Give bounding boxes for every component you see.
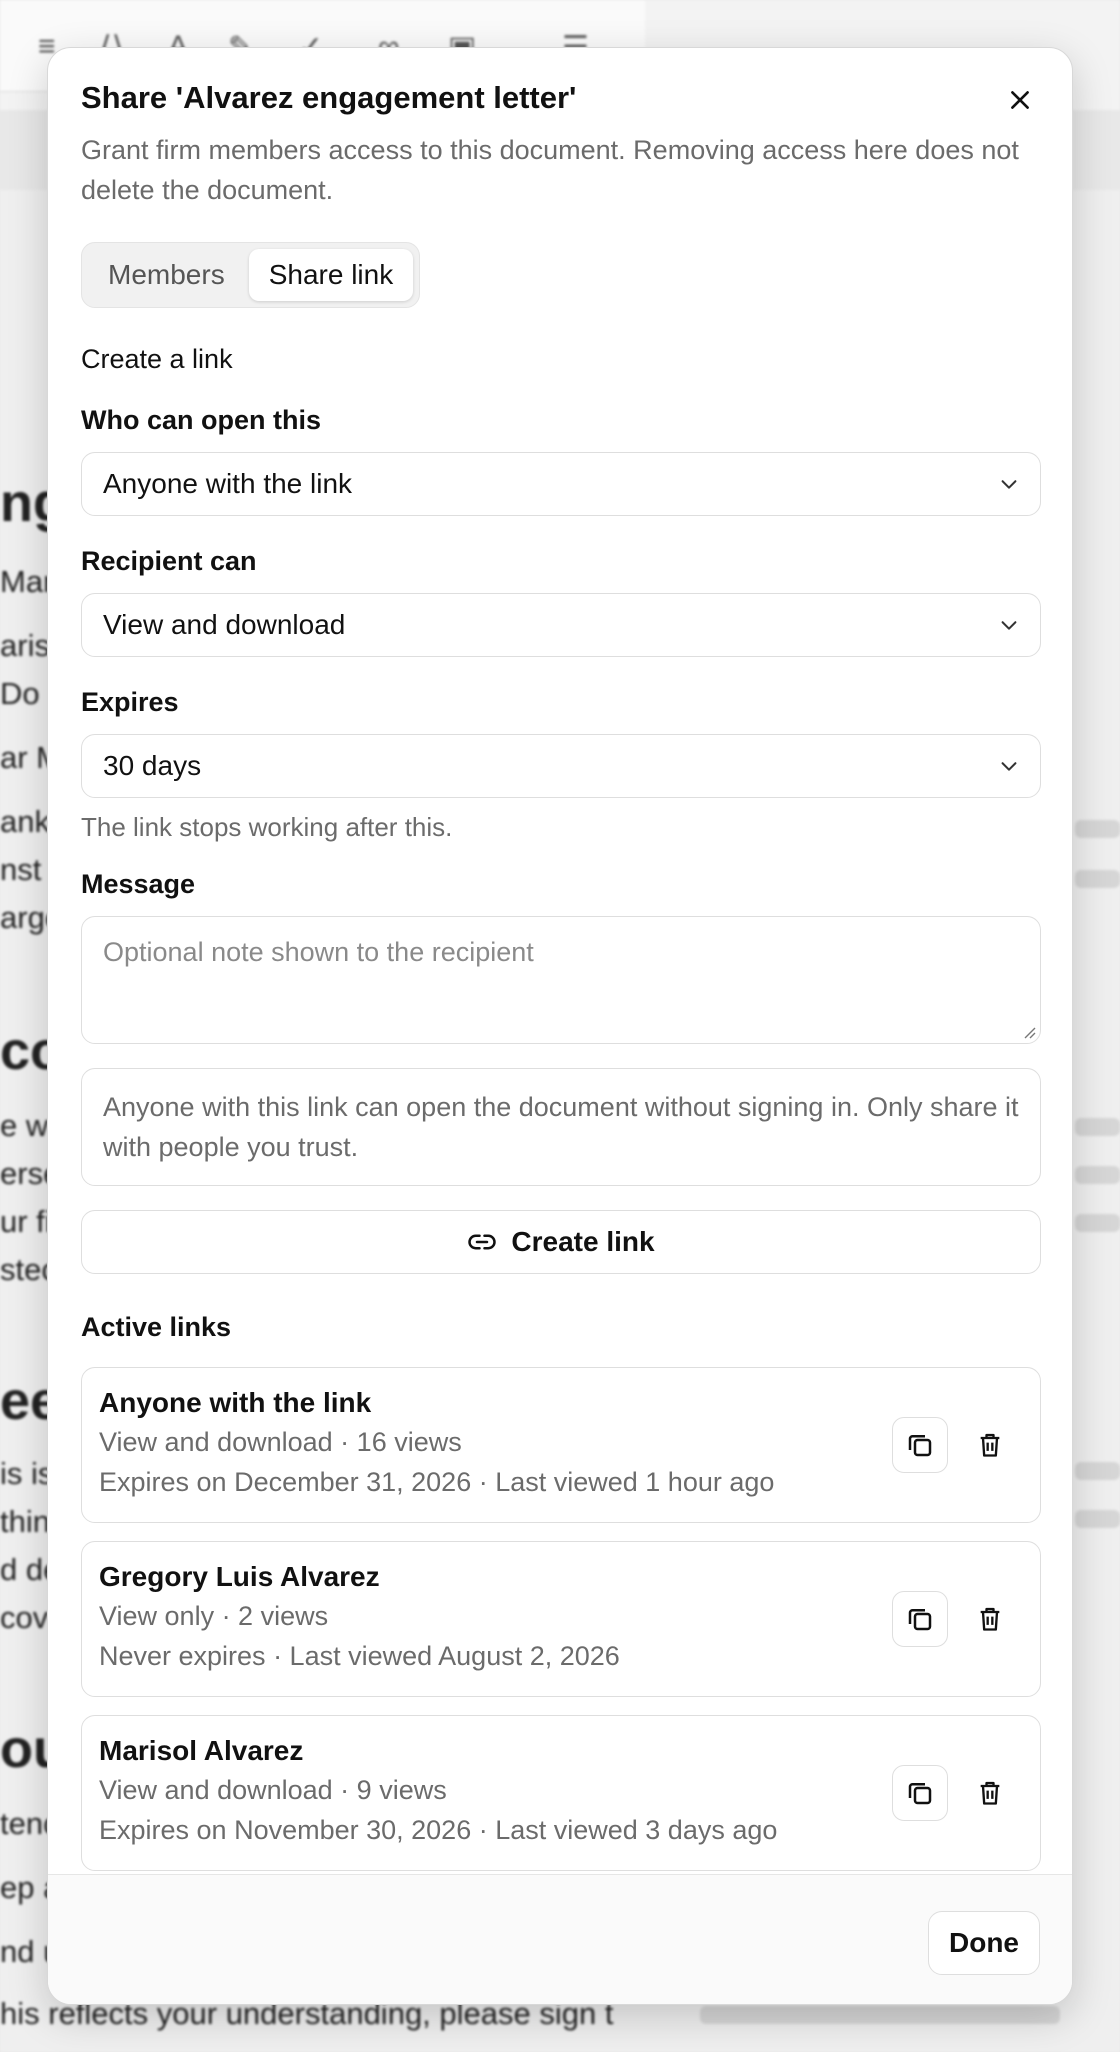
done-button[interactable]: Done xyxy=(928,1911,1040,1975)
dialog-footer: Done xyxy=(48,1874,1072,2004)
link-name: Gregory Luis Alvarez xyxy=(99,1561,380,1592)
who-select[interactable]: Anyone with the link xyxy=(81,452,1041,516)
bg-bar xyxy=(1075,1510,1120,1528)
chevron-down-icon xyxy=(1001,621,1017,630)
dialog-description: Grant firm members access to this docume… xyxy=(81,135,1019,205)
trash-icon xyxy=(980,1781,1000,1805)
recipient-label: Recipient can xyxy=(81,546,257,576)
trash-icon xyxy=(980,1433,1000,1457)
link-card: Marisol Alvarez View and download · 9 vi… xyxy=(81,1715,1041,1871)
expires-label: Expires xyxy=(81,687,179,717)
message-textarea[interactable]: Optional note shown to the recipient xyxy=(81,916,1041,1044)
bg-line: is is xyxy=(0,1456,54,1491)
bg-bar xyxy=(1075,1462,1120,1480)
delete-link-button[interactable] xyxy=(966,1591,1014,1647)
create-link-button[interactable]: Create link xyxy=(81,1210,1041,1274)
recipient-select[interactable]: View and download xyxy=(81,593,1041,657)
recipient-select-value: View and download xyxy=(103,609,346,640)
link-card: Anyone with the link View and download ·… xyxy=(81,1367,1041,1523)
delete-link-button[interactable] xyxy=(966,1417,1014,1473)
bg-bar xyxy=(700,2006,1060,2024)
copy-icon xyxy=(908,1435,932,1457)
bg-bar xyxy=(1075,870,1120,888)
copy-icon xyxy=(908,1783,932,1805)
tab-list: Members Share link xyxy=(81,242,421,308)
expires-hint: The link stops working after this. xyxy=(81,812,453,842)
bg-line: thin xyxy=(0,1504,50,1539)
copy-icon xyxy=(908,1609,932,1631)
chevron-down-icon xyxy=(1001,762,1017,771)
link-expiry: Expires on December 31, 2026 · Last view… xyxy=(99,1467,775,1497)
link-name: Anyone with the link xyxy=(99,1387,372,1418)
bg-line: nst xyxy=(0,852,42,887)
who-select-value: Anyone with the link xyxy=(103,468,353,499)
bg-line: Do xyxy=(0,676,40,711)
copy-link-button[interactable] xyxy=(892,1591,948,1647)
resize-handle-icon[interactable] xyxy=(1022,1025,1036,1039)
link-actions xyxy=(892,1591,1014,1647)
bg-line: ur fi xyxy=(0,1204,52,1239)
message-placeholder: Optional note shown to the recipient xyxy=(103,937,534,967)
link-actions xyxy=(892,1417,1014,1473)
who-label: Who can open this xyxy=(81,405,321,435)
link-actions xyxy=(892,1765,1014,1821)
link-name: Marisol Alvarez xyxy=(99,1735,304,1766)
link-access: View and download · 16 views xyxy=(99,1427,462,1457)
link-expiry: Expires on November 30, 2026 · Last view… xyxy=(99,1815,778,1845)
link-access: View and download · 9 views xyxy=(99,1775,447,1805)
bg-bar xyxy=(1075,820,1120,838)
link-warning-notice: Anyone with this link can open the docum… xyxy=(81,1068,1041,1186)
link-expiry: Never expires · Last viewed August 2, 20… xyxy=(99,1641,620,1671)
active-links-heading: Active links xyxy=(81,1312,232,1342)
link-icon xyxy=(468,1234,497,1250)
active-links-list: Anyone with the link View and download ·… xyxy=(81,1367,1041,1871)
expires-select[interactable]: 30 days xyxy=(81,734,1041,798)
create-link-heading: Create a link xyxy=(81,344,233,374)
tab-members[interactable]: Members xyxy=(88,249,245,301)
share-dialog: Share 'Alvarez engagement letter' Grant … xyxy=(47,47,1073,2005)
dialog-title: Share 'Alvarez engagement letter' xyxy=(81,80,577,115)
bg-line: ank xyxy=(0,804,50,839)
copy-link-button[interactable] xyxy=(892,1417,948,1473)
copy-link-button[interactable] xyxy=(892,1765,948,1821)
bg-bar xyxy=(1075,1166,1120,1184)
bg-line: Mar xyxy=(0,564,54,599)
message-label: Message xyxy=(81,869,196,899)
link-card: Gregory Luis Alvarez View only · 2 views… xyxy=(81,1541,1041,1697)
delete-link-button[interactable] xyxy=(966,1765,1014,1821)
link-access: View only · 2 views xyxy=(99,1601,329,1631)
chevron-down-icon xyxy=(1001,480,1017,489)
bg-bar xyxy=(1075,1118,1120,1136)
trash-icon xyxy=(980,1607,1000,1631)
create-link-label: Create link xyxy=(511,1226,655,1257)
expires-select-value: 30 days xyxy=(103,750,202,781)
tab-share-link[interactable]: Share link xyxy=(248,249,414,301)
dialog-body: Share 'Alvarez engagement letter' Grant … xyxy=(81,78,1041,1871)
bg-bar xyxy=(1075,1214,1120,1232)
